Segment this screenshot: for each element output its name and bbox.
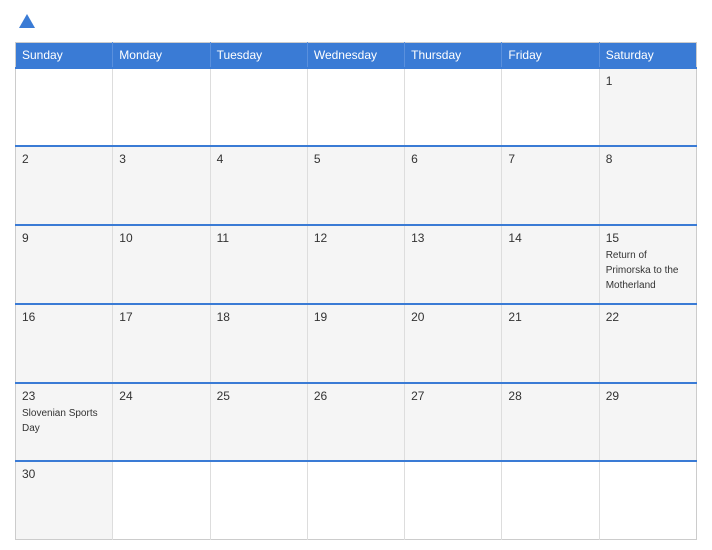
calendar-cell: 26 (307, 383, 404, 461)
calendar-cell: 23 Slovenian Sports Day (16, 383, 113, 461)
calendar-cell (405, 68, 502, 146)
calendar-week-row: 9 10 11 12 13 14 15 Return of Primorska to the … (16, 225, 697, 304)
day-number: 2 (22, 152, 106, 166)
calendar-cell: 18 (210, 304, 307, 382)
day-number: 16 (22, 310, 106, 324)
calendar-cell (113, 461, 210, 539)
calendar-cell: 14 (502, 225, 599, 304)
day-number: 1 (606, 74, 690, 88)
day-number: 15 (606, 231, 690, 245)
calendar-cell: 4 (210, 146, 307, 224)
day-number: 22 (606, 310, 690, 324)
day-number: 7 (508, 152, 592, 166)
day-number: 27 (411, 389, 495, 403)
calendar-cell (210, 68, 307, 146)
calendar-cell (16, 68, 113, 146)
calendar-cell: 2 (16, 146, 113, 224)
calendar-cell: 19 (307, 304, 404, 382)
calendar-week-row: 23 Slovenian Sports Day 24 25 26 27 28 29 (16, 383, 697, 461)
calendar-week-row: 2345678 (16, 146, 697, 224)
day-number: 29 (606, 389, 690, 403)
weekday-header-friday: Friday (502, 43, 599, 69)
day-number: 18 (217, 310, 301, 324)
day-number: 21 (508, 310, 592, 324)
day-number: 24 (119, 389, 203, 403)
weekday-header-row: SundayMondayTuesdayWednesdayThursdayFrid… (16, 43, 697, 69)
calendar-cell (599, 461, 696, 539)
calendar-cell (210, 461, 307, 539)
logo (15, 14, 37, 30)
calendar-week-row: 16 17 18 19 20 21 22 (16, 304, 697, 382)
calendar: SundayMondayTuesdayWednesdayThursdayFrid… (15, 42, 697, 540)
logo-triangle-icon (19, 14, 35, 28)
event-text: Slovenian Sports Day (22, 408, 98, 434)
calendar-cell (307, 461, 404, 539)
calendar-cell: 17 (113, 304, 210, 382)
day-number: 11 (217, 231, 301, 245)
calendar-cell (502, 68, 599, 146)
calendar-cell: 20 (405, 304, 502, 382)
calendar-cell: 15 Return of Primorska to the Motherland (599, 225, 696, 304)
day-number: 5 (314, 152, 398, 166)
calendar-cell: 12 (307, 225, 404, 304)
calendar-cell: 30 (16, 461, 113, 539)
day-number: 23 (22, 389, 106, 403)
calendar-cell: 1 (599, 68, 696, 146)
day-number: 26 (314, 389, 398, 403)
calendar-cell: 28 (502, 383, 599, 461)
calendar-cell: 10 (113, 225, 210, 304)
day-number: 3 (119, 152, 203, 166)
weekday-header-tuesday: Tuesday (210, 43, 307, 69)
day-number: 20 (411, 310, 495, 324)
weekday-header-saturday: Saturday (599, 43, 696, 69)
calendar-cell: 21 (502, 304, 599, 382)
calendar-cell (405, 461, 502, 539)
day-number: 14 (508, 231, 592, 245)
calendar-cell (307, 68, 404, 146)
day-number: 12 (314, 231, 398, 245)
calendar-cell: 8 (599, 146, 696, 224)
day-number: 10 (119, 231, 203, 245)
calendar-cell: 29 (599, 383, 696, 461)
calendar-cell: 7 (502, 146, 599, 224)
day-number: 19 (314, 310, 398, 324)
calendar-cell: 24 (113, 383, 210, 461)
calendar-cell (113, 68, 210, 146)
day-number: 17 (119, 310, 203, 324)
calendar-cell: 11 (210, 225, 307, 304)
calendar-cell: 6 (405, 146, 502, 224)
weekday-header-monday: Monday (113, 43, 210, 69)
header (15, 10, 697, 34)
day-number: 28 (508, 389, 592, 403)
event-text: Return of Primorska to the Motherland (606, 250, 679, 291)
calendar-cell: 3 (113, 146, 210, 224)
weekday-header-wednesday: Wednesday (307, 43, 404, 69)
day-number: 6 (411, 152, 495, 166)
day-number: 30 (22, 467, 106, 481)
calendar-cell: 22 (599, 304, 696, 382)
day-number: 13 (411, 231, 495, 245)
calendar-week-row: 1 (16, 68, 697, 146)
calendar-cell: 16 (16, 304, 113, 382)
calendar-cell: 13 (405, 225, 502, 304)
day-number: 4 (217, 152, 301, 166)
calendar-cell: 5 (307, 146, 404, 224)
day-number: 25 (217, 389, 301, 403)
day-number: 9 (22, 231, 106, 245)
calendar-cell: 9 (16, 225, 113, 304)
weekday-header-sunday: Sunday (16, 43, 113, 69)
calendar-cell (502, 461, 599, 539)
calendar-week-row: 30 (16, 461, 697, 539)
day-number: 8 (606, 152, 690, 166)
calendar-cell: 25 (210, 383, 307, 461)
weekday-header-thursday: Thursday (405, 43, 502, 69)
calendar-cell: 27 (405, 383, 502, 461)
